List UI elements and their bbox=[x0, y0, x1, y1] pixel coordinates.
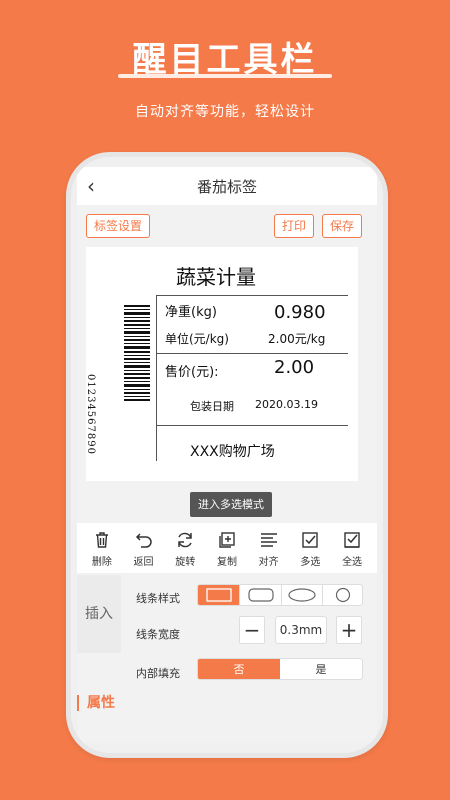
divider-bottom[interactable] bbox=[156, 425, 348, 426]
shape-circle-option[interactable] bbox=[322, 585, 362, 605]
copy-button[interactable]: 复制 bbox=[208, 523, 246, 573]
net-weight-label[interactable]: 净重(kg) bbox=[165, 301, 217, 320]
save-button[interactable]: 保存 bbox=[322, 214, 363, 238]
line-style-selector bbox=[197, 584, 363, 606]
rectangle-icon bbox=[206, 588, 232, 602]
net-weight-value[interactable]: 0.980 bbox=[274, 302, 326, 323]
rotate-icon bbox=[178, 532, 192, 548]
copy-label: 复制 bbox=[216, 557, 237, 568]
rotate-button[interactable]: 旋转 bbox=[166, 523, 204, 573]
multi-select-mode-button[interactable]: 进入多选模式 bbox=[190, 492, 272, 517]
barcode-digits[interactable]: 01234567890 bbox=[85, 374, 96, 464]
label-title[interactable]: 蔬菜计量 bbox=[176, 261, 256, 290]
pack-date-label[interactable]: 包装日期 bbox=[190, 398, 234, 414]
label-settings-button[interactable]: 标签设置 bbox=[86, 214, 151, 238]
shape-rect-option[interactable] bbox=[198, 585, 240, 605]
align-icon bbox=[260, 533, 277, 547]
align-button[interactable]: 对齐 bbox=[250, 523, 288, 573]
price-label[interactable]: 售价(元): bbox=[165, 361, 219, 380]
undo-icon bbox=[135, 533, 152, 548]
checkbox-icon bbox=[302, 532, 319, 548]
line-width-label: 线条宽度 bbox=[136, 628, 180, 641]
divider-top[interactable] bbox=[156, 295, 348, 296]
line-width-value[interactable]: 0.3mm bbox=[275, 616, 327, 644]
delete-label: 删除 bbox=[91, 557, 112, 568]
multi-select-button[interactable]: 多选 bbox=[291, 523, 329, 573]
select-all-label: 全选 bbox=[342, 557, 363, 568]
pack-date-value[interactable]: 2020.03.19 bbox=[255, 398, 318, 411]
page-title: 番茄标签 bbox=[196, 177, 257, 196]
line-width-decrease-button[interactable]: − bbox=[239, 616, 265, 644]
insert-tab[interactable]: 插入 bbox=[77, 575, 121, 653]
back-icon[interactable]: ‹ bbox=[87, 174, 95, 198]
line-width-increase-button[interactable]: + bbox=[336, 616, 362, 644]
select-all-button[interactable]: 全选 bbox=[333, 523, 371, 573]
fill-no-option[interactable]: 否 bbox=[198, 659, 280, 679]
unit-price-value[interactable]: 2.00元/kg bbox=[268, 330, 325, 347]
phone-frame: ‹ 番茄标签 标签设置 打印 保存 蔬菜计量 净重(kg) 0.980 单位(元… bbox=[66, 152, 388, 758]
label-canvas[interactable]: 蔬菜计量 净重(kg) 0.980 单位(元/kg) 2.00元/kg 售价(元… bbox=[85, 247, 358, 481]
trash-icon bbox=[95, 532, 108, 548]
line-width-text: 0.3mm bbox=[279, 623, 323, 637]
align-label: 对齐 bbox=[258, 557, 279, 568]
headline-underline bbox=[118, 74, 332, 78]
undo-label: 返回 bbox=[133, 557, 154, 568]
barcode[interactable] bbox=[124, 305, 150, 401]
price-value[interactable]: 2.00 bbox=[274, 357, 314, 378]
property-panel: 插入 线条样式 线条宽度 − 0.3mm + 内部填充 否 是 属性 bbox=[77, 575, 377, 743]
rotate-label: 旋转 bbox=[175, 557, 196, 568]
rounded-rect-icon bbox=[248, 588, 274, 602]
edit-toolbar: 删除 返回 旋转 复制 对齐 多选 全选 bbox=[77, 523, 377, 573]
line-style-label: 线条样式 bbox=[136, 592, 180, 605]
shape-rounded-option[interactable] bbox=[239, 585, 281, 605]
select-all-icon bbox=[344, 532, 360, 548]
store-name[interactable]: XXX购物广场 bbox=[190, 441, 275, 461]
ellipse-icon bbox=[288, 588, 316, 602]
delete-button[interactable]: 删除 bbox=[83, 523, 121, 573]
copy-icon bbox=[219, 532, 235, 548]
promo-subtitle: 自动对齐等功能，轻松设计 bbox=[135, 104, 315, 120]
app-screen: ‹ 番茄标签 标签设置 打印 保存 蔬菜计量 净重(kg) 0.980 单位(元… bbox=[77, 167, 377, 743]
fill-label: 内部填充 bbox=[136, 667, 180, 680]
divider-vertical[interactable] bbox=[156, 295, 157, 461]
undo-button[interactable]: 返回 bbox=[125, 523, 163, 573]
circle-icon bbox=[335, 587, 350, 603]
fill-toggle: 否 是 bbox=[197, 658, 363, 680]
unit-price-label[interactable]: 单位(元/kg) bbox=[165, 330, 229, 347]
attributes-tab[interactable]: 属性 bbox=[77, 695, 115, 711]
shape-ellipse-option[interactable] bbox=[280, 585, 323, 605]
fill-yes-option[interactable]: 是 bbox=[280, 659, 362, 679]
print-button[interactable]: 打印 bbox=[274, 214, 315, 238]
nav-bar: ‹ 番茄标签 bbox=[77, 167, 377, 205]
divider-middle[interactable] bbox=[156, 353, 348, 354]
multi-select-label: 多选 bbox=[300, 557, 321, 568]
